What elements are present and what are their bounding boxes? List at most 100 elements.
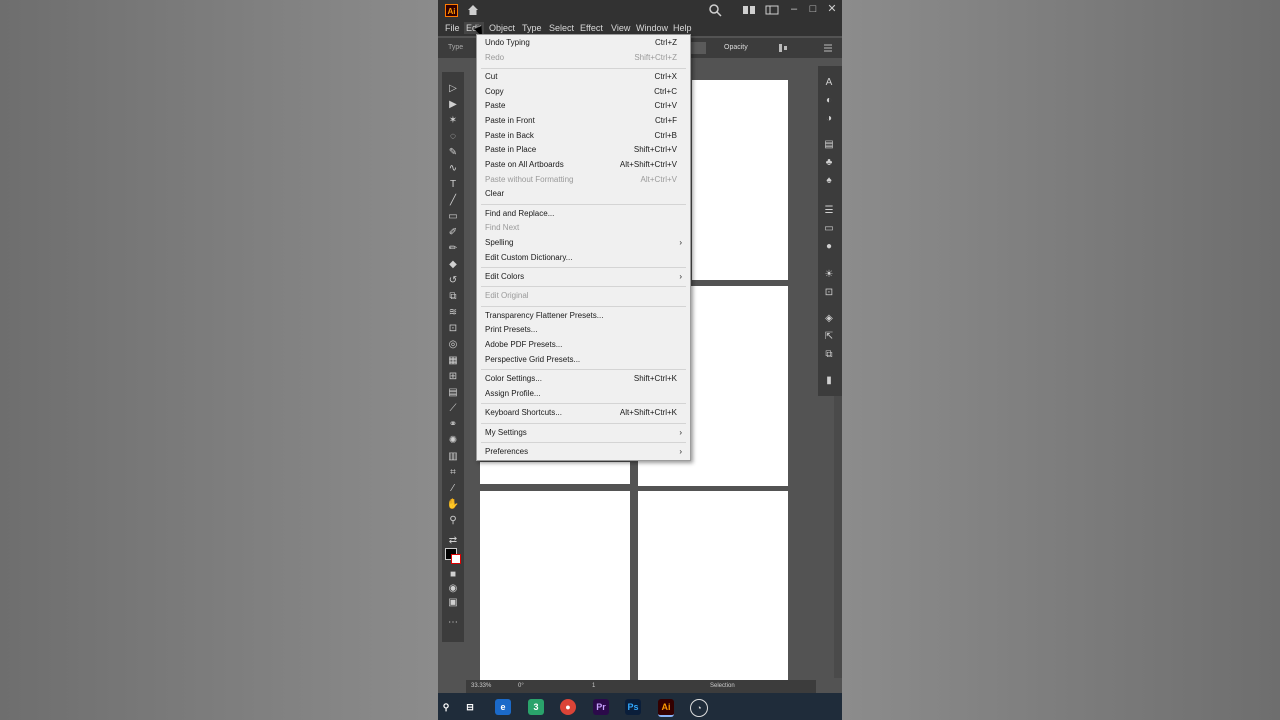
app-3-icon[interactable]: 3	[528, 699, 544, 715]
perspective-grid-icon[interactable]: ▦	[445, 354, 461, 368]
symbol-sprayer-icon[interactable]: ✺	[445, 434, 461, 448]
artboard[interactable]	[480, 491, 630, 680]
menu-object[interactable]: Object	[487, 22, 517, 34]
menu-item-paste-without-formatting[interactable]: Paste without Formatting Alt+Ctrl+V	[477, 173, 690, 187]
stroke-panel-icon[interactable]: ☰	[821, 204, 837, 218]
transparency-icon[interactable]: ◑	[821, 112, 837, 126]
menu-item-preferences[interactable]: Preferences ›	[477, 445, 690, 459]
lasso-icon[interactable]: ◌	[445, 130, 461, 144]
other-app-icon[interactable]: ◔	[690, 699, 708, 717]
search-icon[interactable]	[708, 3, 722, 17]
blend-icon[interactable]: ⚭	[445, 418, 461, 432]
menu-item-color-settings[interactable]: Color Settings... Shift+Ctrl+K	[477, 372, 690, 386]
close-button[interactable]: ✕	[824, 1, 840, 17]
type-tool-icon[interactable]: T	[445, 178, 461, 192]
menu-item-clear[interactable]: Clear	[477, 187, 690, 201]
warp-icon[interactable]: ≋	[445, 306, 461, 320]
magic-wand-icon[interactable]: ✶	[445, 114, 461, 128]
photoshop-icon[interactable]: Ps	[625, 699, 641, 715]
menu-item-adobe-pdf-presets[interactable]: Adobe PDF Presets...	[477, 338, 690, 352]
draw-mode-icon[interactable]: ◉	[445, 582, 461, 596]
menu-item-redo[interactable]: Redo Shift+Ctrl+Z	[477, 51, 690, 65]
menu-item-paste[interactable]: Paste Ctrl+V	[477, 99, 690, 113]
opacity-label[interactable]: Opacity	[724, 44, 748, 51]
menu-select[interactable]: Select	[547, 22, 576, 34]
artboard-tool-icon[interactable]: ⌗	[445, 466, 461, 480]
paintbrush-icon[interactable]: ✐	[445, 226, 461, 240]
artboards-panel-icon[interactable]: ⧉	[821, 348, 837, 362]
zoom-icon[interactable]: ⚲	[445, 514, 461, 528]
menu-item-undo-typing[interactable]: Undo Typing Ctrl+Z	[477, 36, 690, 50]
menu-item-find-next[interactable]: Find Next	[477, 221, 690, 235]
slice-icon[interactable]: ⁄	[445, 482, 461, 496]
menu-item-keyboard-shortcuts[interactable]: Keyboard Shortcuts... Alt+Shift+Ctrl+K	[477, 406, 690, 420]
menu-help[interactable]: Help	[671, 22, 694, 34]
selection-tool-icon[interactable]: ▷	[445, 82, 461, 96]
menu-item-spelling[interactable]: Spelling ›	[477, 236, 690, 250]
gradient-icon[interactable]: ▤	[445, 386, 461, 400]
scale-icon[interactable]: ⧉	[445, 290, 461, 304]
shaper-icon[interactable]: ✏	[445, 242, 461, 256]
home-icon[interactable]	[466, 3, 480, 17]
rotation-angle[interactable]: 0°	[518, 682, 524, 691]
menu-item-paste-in-front[interactable]: Paste in Front Ctrl+F	[477, 114, 690, 128]
curvature-icon[interactable]: ∿	[445, 162, 461, 176]
menu-item-paste-in-back[interactable]: Paste in Back Ctrl+B	[477, 129, 690, 143]
layers-icon[interactable]: ◈	[821, 312, 837, 326]
transform-icon[interactable]: ⊡	[821, 286, 837, 300]
brushes-icon[interactable]: ♣	[821, 156, 837, 170]
artboard[interactable]	[480, 462, 630, 484]
symbols-icon[interactable]: ♠	[821, 174, 837, 188]
minimize-button[interactable]: –	[786, 1, 802, 17]
chrome-icon[interactable]: ●	[560, 699, 576, 715]
artboard-number[interactable]: 1	[592, 682, 595, 691]
pen-tool-icon[interactable]: ✎	[445, 146, 461, 160]
arrange-documents-icon[interactable]	[742, 3, 756, 17]
rectangle-tool-icon[interactable]: ▭	[445, 210, 461, 224]
menu-item-my-settings[interactable]: My Settings ›	[477, 426, 690, 440]
illustrator-icon[interactable]: Ai	[658, 699, 674, 717]
free-transform-icon[interactable]: ⊡	[445, 322, 461, 336]
shape-builder-icon[interactable]: ◎	[445, 338, 461, 352]
menu-item-paste-on-all-artboards[interactable]: Paste on All Artboards Alt+Shift+Ctrl+V	[477, 158, 690, 172]
stroke-color-swatch[interactable]	[451, 554, 461, 564]
menu-item-edit-custom-dictionary[interactable]: Edit Custom Dictionary...	[477, 251, 690, 265]
eyedropper-icon[interactable]: ⟋	[445, 402, 461, 416]
align-icon[interactable]	[778, 43, 788, 53]
column-graph-icon[interactable]: ▥	[445, 450, 461, 464]
menu-file[interactable]: File	[443, 22, 462, 34]
libraries-icon[interactable]: ▤	[821, 138, 837, 152]
menu-item-paste-in-place[interactable]: Paste in Place Shift+Ctrl+V	[477, 143, 690, 157]
artboard[interactable]	[692, 80, 788, 280]
menu-item-edit-original[interactable]: Edit Original	[477, 289, 690, 303]
current-tool-label[interactable]: Selection	[710, 682, 735, 691]
color-guide-icon[interactable]: ☀	[821, 268, 837, 282]
menu-view[interactable]: View	[609, 22, 632, 34]
gradient-panel-icon[interactable]: ▭	[821, 222, 837, 236]
menu-item-assign-profile[interactable]: Assign Profile...	[477, 387, 690, 401]
comments-icon[interactable]: ▮	[821, 374, 837, 388]
mesh-icon[interactable]: ⊞	[445, 370, 461, 384]
menu-item-perspective-grid-presets[interactable]: Perspective Grid Presets...	[477, 353, 690, 367]
links-icon[interactable]: ⇱	[821, 330, 837, 344]
menu-type[interactable]: Type	[520, 22, 544, 34]
artboard[interactable]	[638, 491, 788, 680]
workspace-switcher-icon[interactable]	[765, 3, 779, 17]
menu-window[interactable]: Window	[634, 22, 670, 34]
swatches-icon[interactable]: ●	[821, 240, 837, 254]
color-mode-icon[interactable]: ■	[445, 568, 461, 582]
maximize-button[interactable]: □	[805, 1, 821, 17]
screen-mode-icon[interactable]: ▣	[445, 596, 461, 610]
panel-menu-icon[interactable]	[823, 43, 833, 53]
rotate-icon[interactable]: ↺	[445, 274, 461, 288]
direct-selection-tool-icon[interactable]: ▶	[445, 98, 461, 112]
eraser-icon[interactable]: ◆	[445, 258, 461, 272]
swap-colors-icon[interactable]: ⇄	[445, 534, 461, 548]
menu-item-transparency-flattener-presets[interactable]: Transparency Flattener Presets...	[477, 309, 690, 323]
search-icon[interactable]: ⚲	[438, 699, 454, 715]
edge-icon[interactable]: e	[495, 699, 511, 715]
menu-item-find-and-replace[interactable]: Find and Replace...	[477, 207, 690, 221]
hand-icon[interactable]: ✋	[445, 498, 461, 512]
appearance-icon[interactable]: ◐	[821, 94, 837, 108]
character-panel-icon[interactable]: A	[821, 76, 837, 90]
